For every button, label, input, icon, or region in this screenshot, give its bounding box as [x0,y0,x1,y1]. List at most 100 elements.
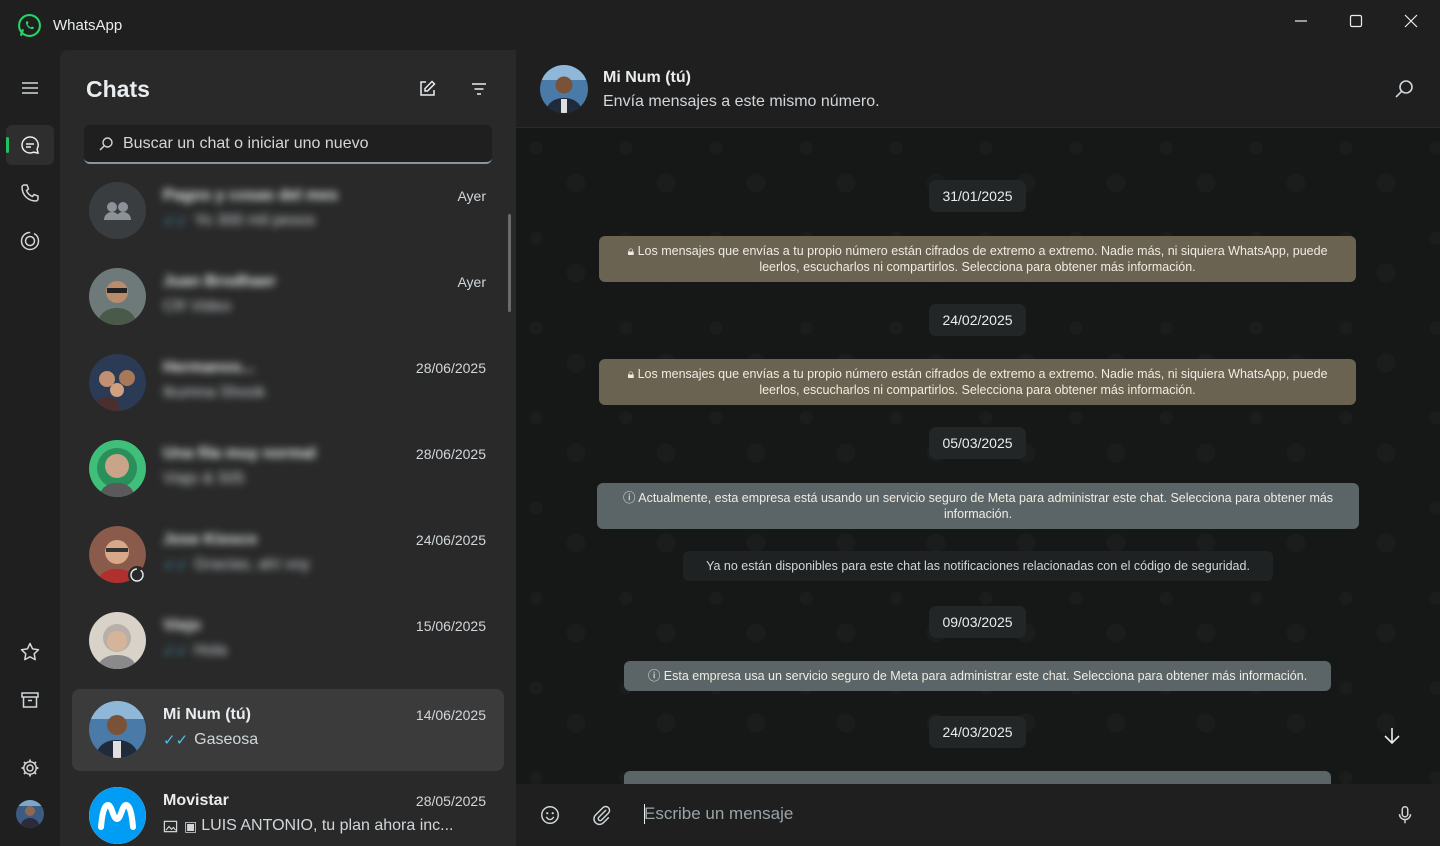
chat-time: 28/05/2025 [415,793,486,809]
date-separator: 09/03/2025 [929,606,1026,638]
new-chat-button[interactable] [412,74,442,104]
chat-preview-text: Yo 300 mil pesos [194,212,316,229]
chat-time: 28/06/2025 [415,360,486,376]
filter-button[interactable] [464,74,494,104]
date-separator: 31/01/2025 [929,180,1026,212]
date-separator: 24/02/2025 [929,304,1026,336]
contact-avatar [89,268,146,325]
chat-name: Juan Brodhaer [163,273,276,290]
chat-item[interactable]: Viejo ✓✓ Hola 15/06/2025 [72,600,504,682]
chat-item[interactable]: Hermanos... Ikumna Shook 28/06/2025 [72,342,504,424]
voice-message-button[interactable] [1392,802,1418,828]
settings-icon [21,759,39,777]
app-title: WhatsApp [53,17,123,34]
encryption-notice[interactable]: 🔒︎ Los mensajes que envías a tu propio n… [599,236,1356,282]
chat-preview: ✓✓ Gaseosa [163,731,258,749]
arrow-down-icon [1384,728,1400,745]
security-code-notice[interactable]: Ya no están disponibles para este chat l… [683,551,1273,581]
contact-photo-icon [89,268,146,325]
chat-time: 28/06/2025 [415,446,486,462]
chat-preview-text: CR Video [163,298,232,315]
chat-item[interactable]: Movistar ▣ LUIS ANTONIO, tu plan ahora i… [72,775,504,846]
contact-avatar [89,787,146,844]
chat-preview-text: LUIS ANTONIO, tu plan ahora inc... [201,817,454,834]
contact-photo-icon [89,701,146,758]
search-input[interactable]: Buscar un chat o iniciar uno nuevo [123,135,368,153]
minimize-icon [1294,20,1307,22]
scroll-to-bottom-button[interactable] [1376,720,1408,752]
chats-heading: Chats [86,76,150,102]
chat-list-scrollbar[interactable] [508,214,511,312]
chat-preview: Viajo & 505 [163,470,245,488]
attach-button[interactable] [589,802,615,828]
chat-item[interactable]: Una fila muy normal Viajo & 505 28/06/20… [72,428,504,510]
chat-list-panel: Chats Buscar un chat o iniciar uno nuevo… [60,50,516,846]
date-separator: 05/03/2025 [929,427,1026,459]
starred-messages-button[interactable] [6,632,54,672]
chat-time: Ayer [457,188,486,204]
menu-button[interactable] [6,68,54,108]
chat-item-selected[interactable]: Mi Num (tú) ✓✓ Gaseosa 14/06/2025 [72,689,504,771]
close-icon [1404,14,1417,28]
info-icon: ⓘ [622,491,639,505]
minimize-button[interactable] [1273,0,1328,42]
status-tab[interactable] [6,221,54,261]
message-area[interactable]: 31/01/2025 🔒︎ Los mensajes que envías a … [516,128,1440,784]
search-box[interactable]: Buscar un chat o iniciar uno nuevo [84,125,492,164]
emoji-icon [541,806,559,824]
chats-tab[interactable] [6,125,54,165]
chat-name: Viejo [163,617,201,634]
paperclip-icon [593,805,611,826]
conversation-avatar[interactable] [540,65,588,113]
chat-name: Mi Num (tú) [163,706,251,723]
group-avatar [89,182,146,239]
contact-photo-icon [540,65,588,113]
emoji-button[interactable] [537,802,563,828]
chat-preview-text: Gaseosa [194,731,259,748]
status-ring-icon [128,566,146,584]
message-composer: Escribe un mensaje [516,784,1440,846]
conversation-panel: Mi Num (tú) Envía mensajes a este mismo … [516,50,1440,846]
date-separator: 24/03/2025 [929,716,1026,748]
message-input[interactable]: Escribe un mensaje [644,804,793,824]
meta-business-notice[interactable]: ⓘ Actualmente, esta empresa está usando … [597,483,1359,529]
chat-preview: ✓✓ Yo 300 mil pesos [163,212,315,230]
title-bar: WhatsApp [0,0,1440,50]
search-icon [99,136,113,150]
conversation-header[interactable]: Mi Num (tú) Envía mensajes a este mismo … [516,50,1440,128]
contact-avatar [89,612,146,669]
read-receipt-icon: ✓✓ [163,213,189,230]
chat-preview-text: Ikumna Shook [163,384,266,401]
encryption-notice[interactable]: 🔒︎ Los mensajes que envías a tu propio n… [599,359,1356,405]
conversation-name: Mi Num (tú) [603,69,691,86]
search-icon[interactable] [1392,77,1416,101]
encryption-notice-text: Los mensajes que envías a tu propio núme… [637,244,1328,274]
security-notice-text: Ya no están disponibles para este chat l… [706,559,1250,573]
filter-icon [472,83,486,95]
lock-icon: 🔒︎ [627,244,638,258]
chat-item[interactable]: Pagos y cosas del mes ✓✓ Yo 300 mil pesos… [72,170,504,252]
calls-tab[interactable] [6,173,54,213]
profile-avatar[interactable] [16,800,44,828]
chat-preview-text: Gracias, ahí voy [194,556,310,573]
contact-avatar [89,701,146,758]
chat-preview-text: Viajo & 505 [163,470,245,487]
settings-button[interactable] [6,748,54,788]
menu-icon [22,82,38,94]
chat-item[interactable]: Juan Brodhaer CR Video Ayer [72,256,504,338]
image-icon [163,820,178,832]
chat-preview: ✓✓ Gracias, ahí voy [163,556,310,574]
meta-business-notice-partial[interactable] [624,771,1331,784]
maximize-button[interactable] [1328,0,1383,42]
archived-chats-button[interactable] [6,680,54,720]
chat-name: Hermanos... [163,359,255,376]
meta-business-notice[interactable]: ⓘ Esta empresa usa un servicio seguro de… [624,661,1331,691]
chat-preview-text: Hola [194,642,228,659]
read-receipt-icon: ✓✓ [163,732,189,749]
close-button[interactable] [1383,0,1438,42]
chat-name: Movistar [163,792,229,809]
encryption-notice-text: Los mensajes que envías a tu propio núme… [637,367,1328,397]
lock-icon: 🔒︎ [627,367,638,381]
chat-item[interactable]: Jose Kiosco ✓✓ Gracias, ahí voy 24/06/202… [72,514,504,596]
navigation-rail [0,50,60,846]
